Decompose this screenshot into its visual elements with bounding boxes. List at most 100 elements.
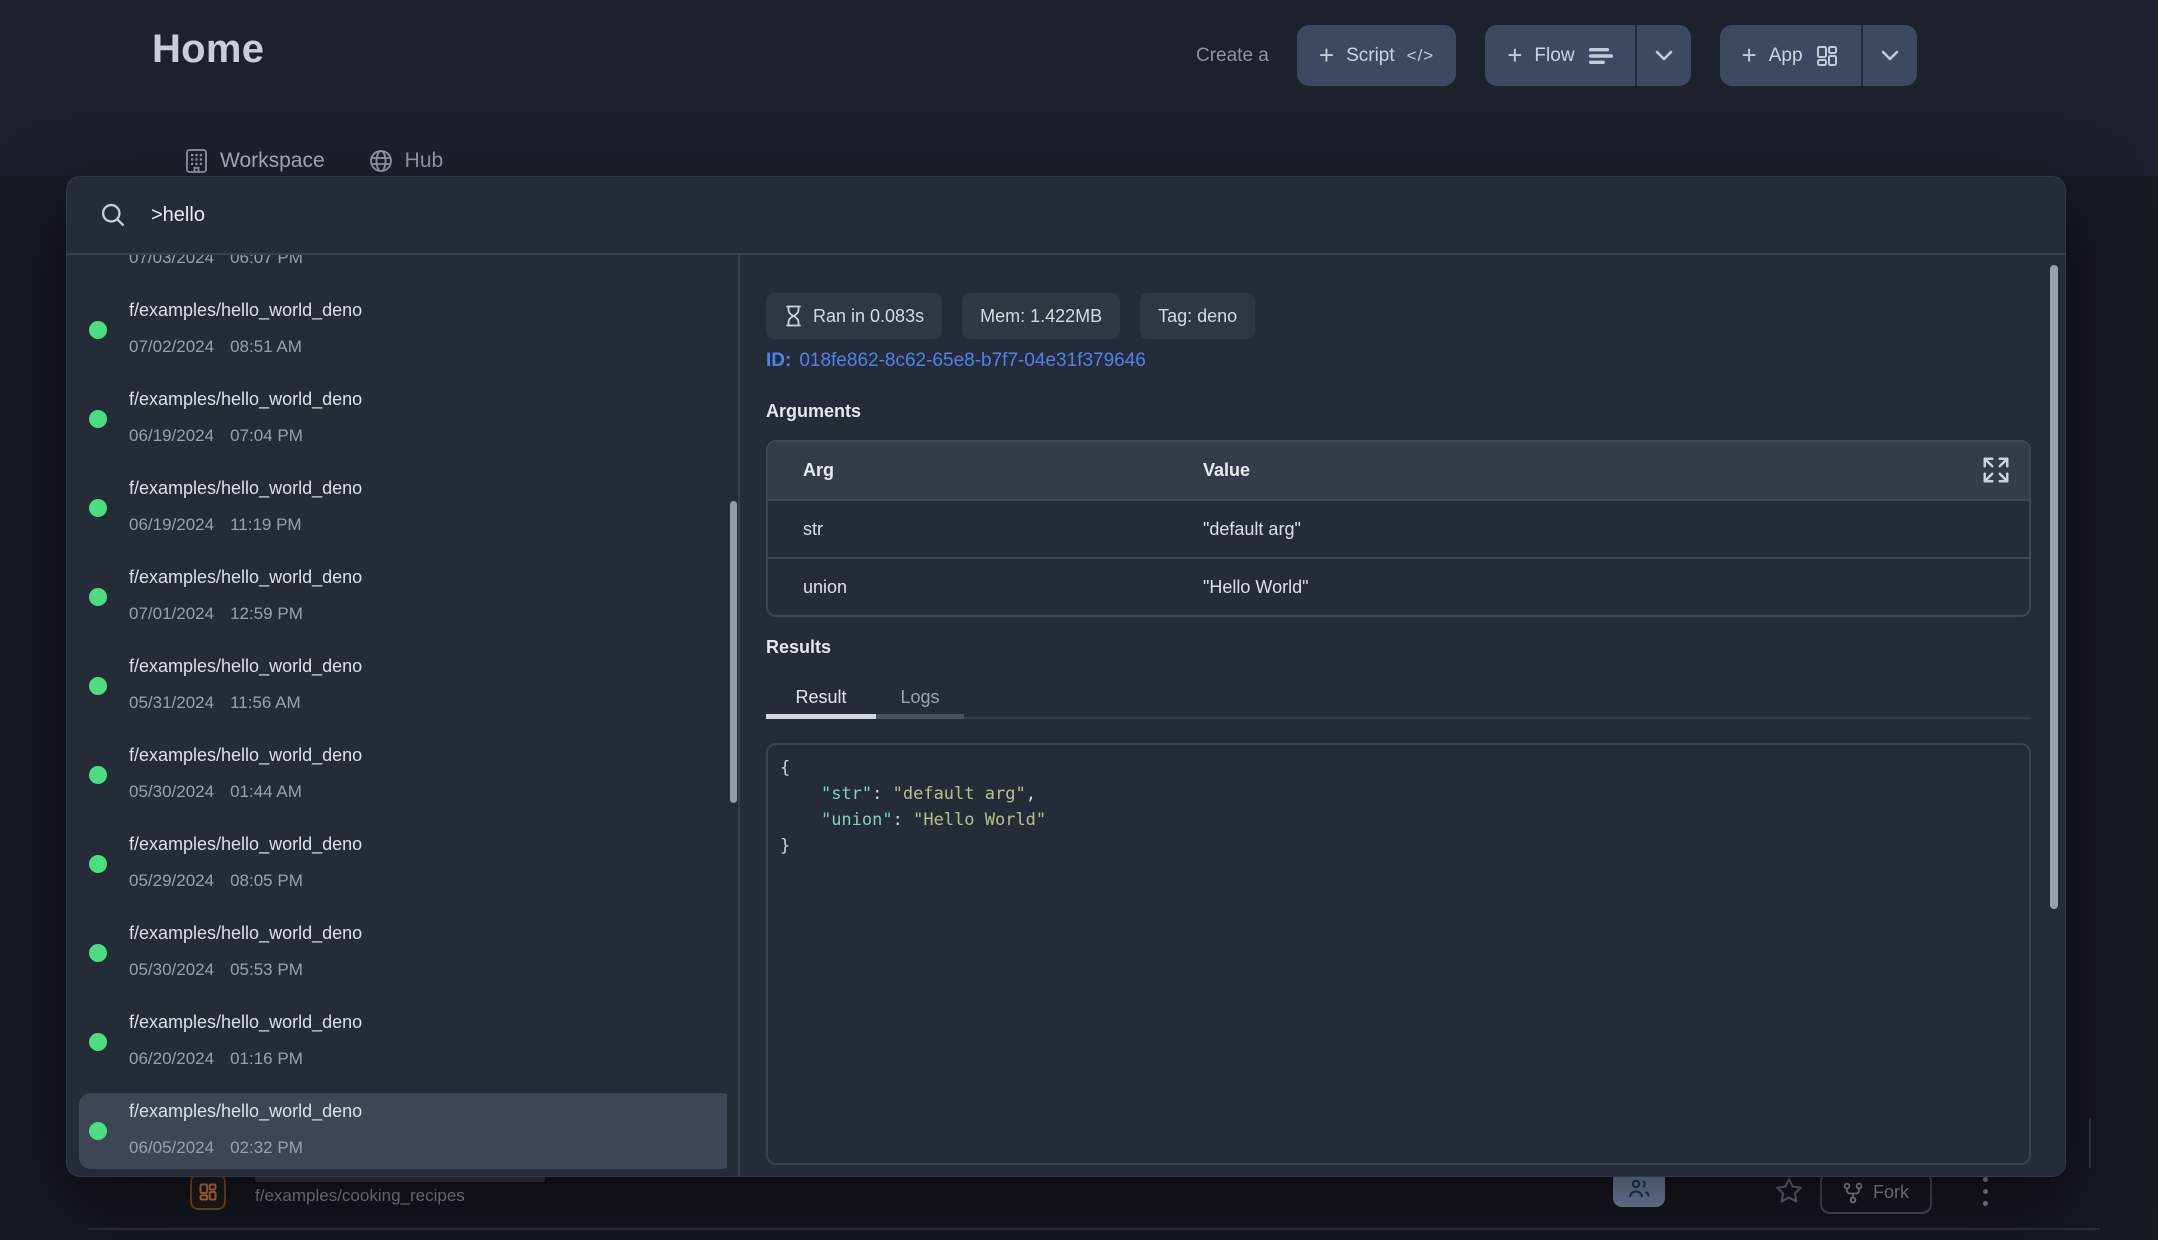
kebab-menu-icon[interactable] [1980,1177,1990,1206]
create-script-button[interactable]: + Script </> [1297,25,1456,86]
run-path: f/examples/hello_world_deno [129,567,362,588]
run-list-item[interactable]: f/examples/hello_world_deno 06/20/202401… [79,1004,727,1080]
plus-icon: + [1507,42,1522,68]
flow-icon [1587,45,1613,67]
create-flow-button[interactable]: + Flow [1485,25,1634,86]
divider [738,255,740,1177]
success-dot-icon [89,410,107,428]
success-dot-icon [89,588,107,606]
success-dot-icon [89,766,107,784]
layout-dashboard-icon [198,1182,218,1202]
run-path: f/examples/hello_world_deno [129,478,362,499]
run-timestamp: 07/01/202412:59 PM [129,604,303,624]
success-dot-icon [89,855,107,873]
tab-workspace[interactable]: Workspace [185,148,325,174]
tab-hub-label: Hub [405,149,444,173]
code-icon: </> [1407,46,1435,66]
create-script-button-group: + Script </> [1297,25,1456,86]
run-badges: Ran in 0.083s Mem: 1.422MB Tag: deno [766,293,1255,339]
run-timestamp: 06/19/202407:04 PM [129,426,303,446]
run-list-item[interactable]: f/examples/hello_world_deno 07/02/202408… [79,292,727,368]
run-list-item[interactable]: f/examples/hello_world_deno 06/19/202411… [79,470,727,546]
app-button-label: App [1769,45,1803,67]
run-path: f/examples/hello_world_deno [129,834,362,855]
run-path: f/examples/hello_world_deno [129,923,362,944]
run-id-link[interactable]: 018fe862-8c62-65e8-b7f7-04e31f379646 [799,350,1146,371]
arguments-table-row: union "Hello World" [768,557,2029,615]
search-icon [99,201,127,229]
run-detail-panel: Ran in 0.083s Mem: 1.422MB Tag: deno ID:… [766,255,2031,1177]
duration-badge-label: Ran in 0.083s [813,306,924,327]
background-item-path[interactable]: f/examples/cooking_recipes [255,1186,465,1206]
arg-name: str [768,519,1203,540]
fork-button[interactable]: Fork [1820,1171,1932,1214]
run-timestamp: 05/29/202408:05 PM [129,871,303,891]
script-button-label: Script [1346,45,1395,67]
run-timestamp: 07/02/202408:51 AM [129,337,302,357]
search-input[interactable]: >hello [151,204,205,227]
app-item-icon [190,1174,226,1210]
users-icon [1627,1178,1651,1200]
create-app-button[interactable]: + App [1720,25,1861,86]
tab-result[interactable]: Result [766,680,876,719]
duration-badge: Ran in 0.083s [766,293,942,339]
run-path: f/examples/hello_world_deno [129,1012,362,1033]
run-timestamp: 07/03/202406:07 PM [129,255,303,268]
app-dropdown-chevron[interactable] [1861,25,1917,86]
create-a-label: Create a [1196,45,1269,67]
tab-hub[interactable]: Hub [369,149,444,173]
success-dot-icon [89,944,107,962]
run-list-item[interactable]: f/examples/hello_world_deno 05/31/202411… [79,648,727,724]
run-list-item[interactable]: f/examples/hello_world_deno 07/03/202406… [79,255,727,279]
create-app-button-group: + App [1720,25,1917,86]
success-dot-icon [89,1033,107,1051]
arguments-heading: Arguments [766,401,861,422]
run-list-item[interactable]: f/examples/hello_world_deno 06/05/202402… [79,1093,727,1169]
detail-scrollbar[interactable] [2050,265,2058,909]
run-timestamp: 05/30/202401:44 AM [129,782,302,802]
result-json: { "str": "default arg", "union": "Hello … [780,755,2029,859]
run-list-item[interactable]: f/examples/hello_world_deno 05/30/202405… [79,915,727,991]
success-dot-icon [89,321,107,339]
list-scrollbar[interactable] [730,501,737,803]
arguments-table: Arg Value str "default arg" union "Hello… [766,440,2031,617]
run-timestamp: 06/05/202402:32 PM [129,1138,303,1158]
background-divider [2089,1118,2091,1168]
run-list-item[interactable]: f/examples/hello_world_deno 07/01/202412… [79,559,727,635]
col-arg: Arg [768,460,1203,481]
result-tabs: Result Logs [766,680,2031,719]
plus-icon: + [1319,42,1334,68]
chevron-down-icon [1881,50,1899,61]
tab-logs[interactable]: Logs [876,680,964,719]
arg-value: "Hello World" [1203,577,2029,598]
arguments-table-header: Arg Value [768,442,2029,499]
flow-dropdown-chevron[interactable] [1635,25,1691,86]
fork-button-label: Fork [1873,1182,1909,1203]
memory-badge: Mem: 1.422MB [962,293,1120,339]
run-list-item[interactable]: f/examples/hello_world_deno 05/29/202408… [79,826,727,902]
command-palette-modal: >hello f/examples/hello_world_deno 07/03… [66,176,2066,1177]
run-timestamp: 05/31/202411:56 AM [129,693,301,713]
expand-icon[interactable] [1981,455,2011,485]
tag-badge: Tag: deno [1140,293,1255,339]
run-path: f/examples/hello_world_deno [129,300,362,321]
page-title: Home [152,27,264,72]
hourglass-icon [784,305,803,327]
favorite-star-icon[interactable] [1775,1177,1803,1204]
result-output-box: { "str": "default arg", "union": "Hello … [766,743,2031,1165]
search-bar[interactable]: >hello [67,177,2065,253]
run-path: f/examples/hello_world_deno [129,1101,362,1122]
col-value: Value [1203,460,2029,481]
run-path: f/examples/hello_world_deno [129,656,362,677]
success-dot-icon [89,677,107,695]
tab-workspace-label: Workspace [220,149,325,173]
plus-icon: + [1742,42,1757,68]
create-toolbar: Create a + Script </> + Flow + App [1196,25,1917,86]
memory-badge-label: Mem: 1.422MB [980,306,1102,327]
run-list-item[interactable]: f/examples/hello_world_deno 06/19/202407… [79,381,727,457]
run-timestamp: 06/19/202411:19 PM [129,515,302,535]
run-list-item[interactable]: f/examples/hello_world_deno 05/30/202401… [79,737,727,813]
arg-value: "default arg" [1203,519,2029,540]
globe-icon [369,149,393,173]
layout-dashboard-icon [1815,44,1839,68]
